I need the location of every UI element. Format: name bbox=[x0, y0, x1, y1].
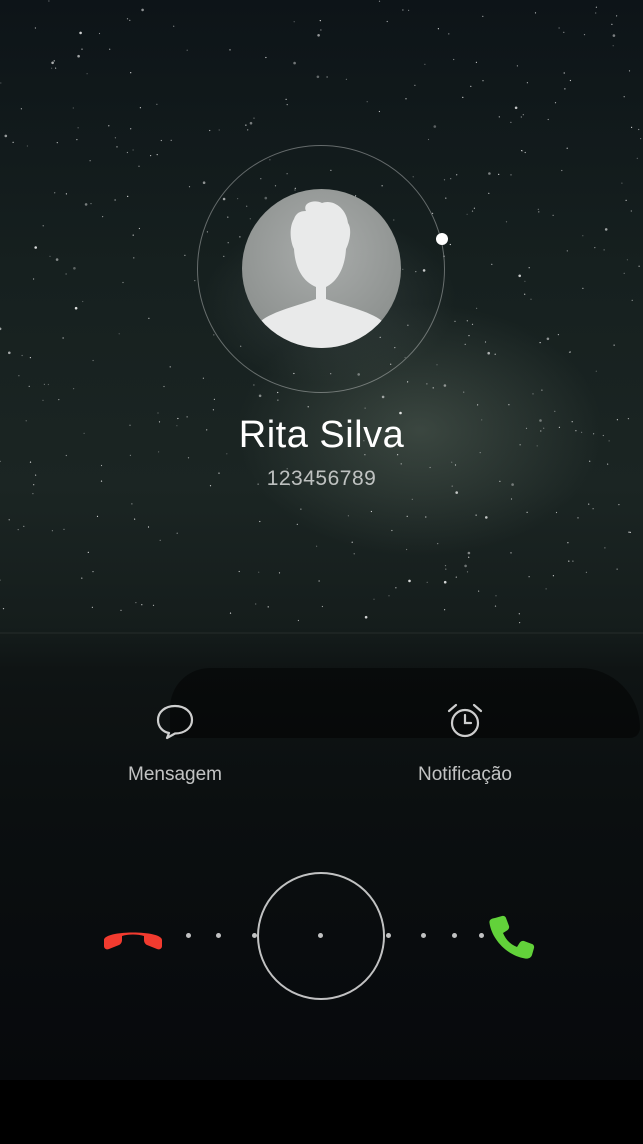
person-silhouette-icon bbox=[251, 201, 392, 348]
caller-number: 123456789 bbox=[266, 467, 377, 490]
decline-call-button[interactable] bbox=[100, 918, 166, 957]
alarm-clock-icon bbox=[444, 700, 486, 742]
phone-hangup-icon bbox=[104, 932, 162, 950]
message-label: Mensagem bbox=[128, 764, 222, 785]
notification-label: Notificação bbox=[418, 764, 512, 785]
notification-button[interactable]: Notificação bbox=[385, 700, 545, 786]
avatar-ring-dot bbox=[436, 233, 448, 245]
slider-dot bbox=[452, 933, 457, 938]
slider-dot bbox=[216, 933, 221, 938]
phone-answer-icon bbox=[489, 915, 535, 959]
slider-dot bbox=[479, 933, 484, 938]
slider-dot bbox=[421, 933, 426, 938]
caller-name: Rita Silva bbox=[238, 414, 405, 456]
chat-bubble-icon bbox=[154, 700, 196, 742]
horizon-line bbox=[0, 632, 643, 634]
slider-dot bbox=[386, 933, 391, 938]
navigation-bar bbox=[0, 1080, 643, 1144]
incoming-call-screen: Rita Silva 123456789 Mensagem Notificaçã… bbox=[0, 0, 643, 1080]
message-button[interactable]: Mensagem bbox=[95, 700, 255, 786]
avatar bbox=[242, 189, 401, 348]
call-slider-handle[interactable] bbox=[257, 872, 385, 1000]
answer-call-button[interactable] bbox=[486, 912, 536, 967]
slider-dot bbox=[186, 933, 191, 938]
